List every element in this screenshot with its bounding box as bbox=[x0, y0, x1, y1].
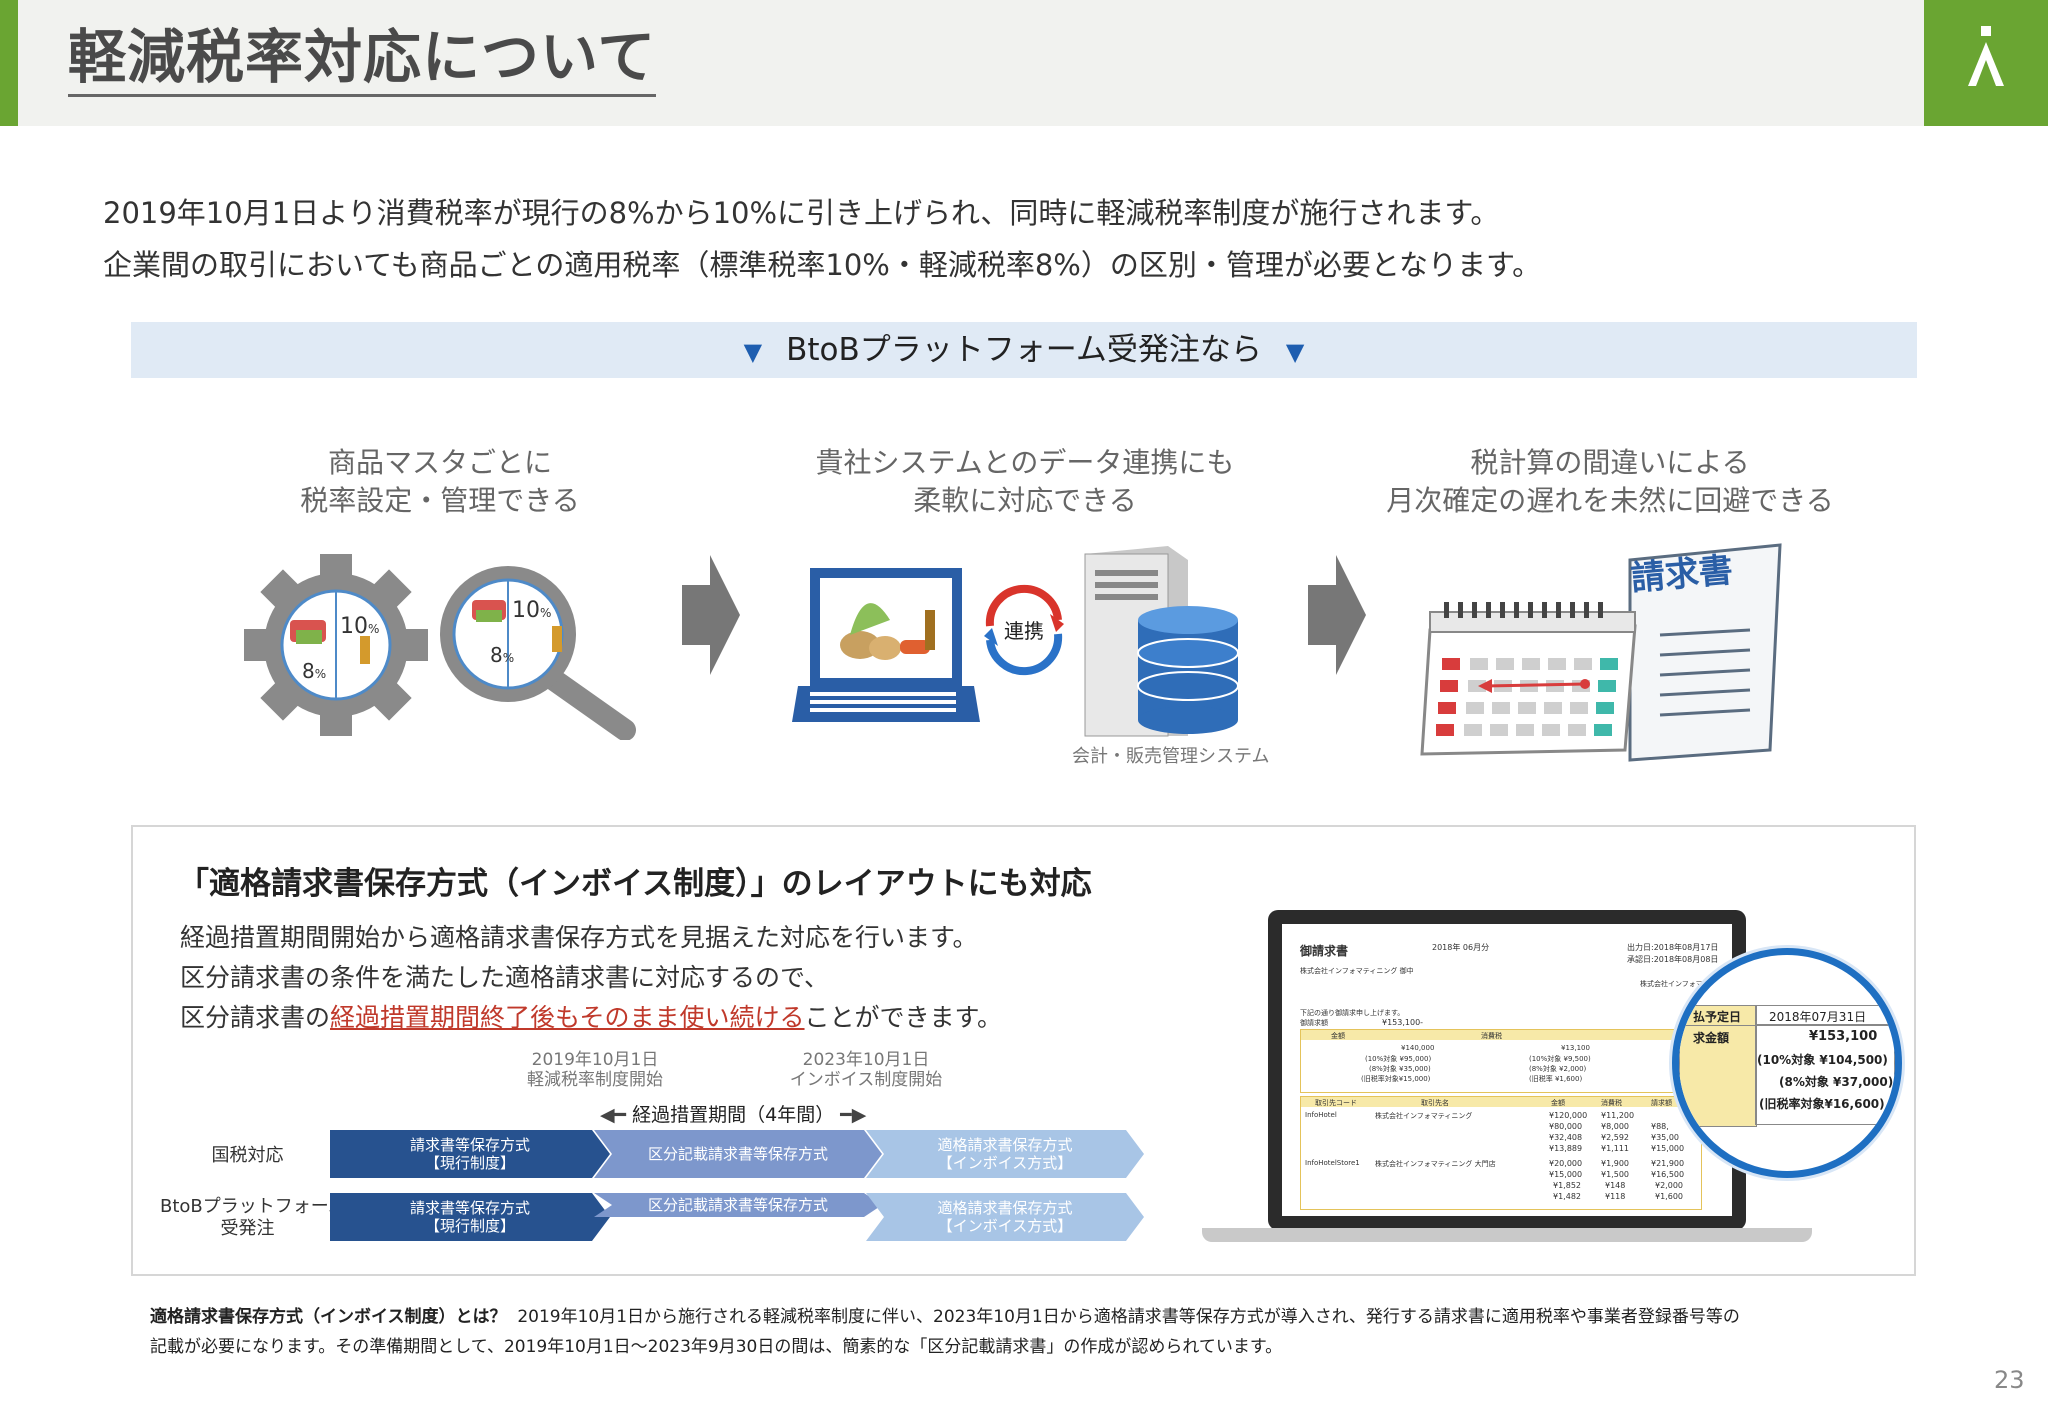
phase-current-system: 請求書等保存方式 【現行制度】 bbox=[330, 1193, 610, 1241]
row-label-national-tax: 国税対応 bbox=[211, 1145, 284, 1166]
banner-text: BtoBプラットフォーム受発注なら bbox=[786, 332, 1262, 368]
logo-icon bbox=[1968, 26, 2004, 86]
tax-rate-illustration: 10% 8% 10% 8% bbox=[244, 554, 636, 740]
database-icon bbox=[1137, 606, 1239, 734]
arrow-right-icon bbox=[1308, 555, 1366, 675]
calendar-icon bbox=[1420, 602, 1637, 756]
timeline-date-1: 2019年10月1日 軽減税率制度開始 bbox=[527, 1050, 663, 1090]
page-title: 軽減税率対応について bbox=[68, 22, 657, 97]
arrow-left-icon: ◀━ bbox=[600, 1104, 627, 1126]
phase-classified-invoice: 区分記載請求書等保存方式 bbox=[594, 1193, 882, 1217]
zoom-10-target: (10%対象 ¥104,500) bbox=[1757, 1053, 1888, 1067]
invoice-body-line-3: 区分請求書の経過措置期間終了後もそのまま使い続けることができます。 bbox=[180, 1003, 1003, 1032]
emphasis-text: 経過措置期間終了後もそのまま使い続ける bbox=[330, 1003, 805, 1032]
footnote-heading: 適格請求書保存方式（インボイス制度）とは？ bbox=[150, 1307, 507, 1327]
timeline-date-2: 2023年10月1日 インボイス制度開始 bbox=[789, 1050, 943, 1090]
row-label-btob-platform: BtoBプラットフォーム 受発注 bbox=[160, 1196, 347, 1239]
feature-caption-1: 商品マスタごとに 税率設定・管理できる bbox=[300, 446, 580, 517]
intro-line-1: 2019年10月1日より消費税率が現行の8%から10%に引き上げられ、同時に軽減… bbox=[103, 196, 1500, 230]
zoom-total: ¥153,100 bbox=[1809, 1029, 1878, 1044]
transition-period: ◀━ 経過措置期間（4年間） ━▶ bbox=[600, 1100, 866, 1127]
footnote-line-2: 記載が必要になります。その準備期間として、2019年10月1日～2023年9月3… bbox=[150, 1337, 1283, 1357]
gear-icon bbox=[244, 554, 428, 736]
phase-classified-invoice: 区分記載請求書等保存方式 bbox=[594, 1130, 882, 1178]
footnote-line-1: 適格請求書保存方式（インボイス制度）とは？ 2019年10月1日から施行される軽… bbox=[150, 1307, 1740, 1327]
invoice-summary-table: 金額 ¥140,000 (10%対象 ¥95,000) (8%対象 ¥35,00… bbox=[1300, 1029, 1702, 1093]
invoice-screenshot: 御請求書 2018年 06月分 出力日:2018年08月17日 承認日:2018… bbox=[1282, 924, 1732, 1216]
system-label: 会計・販売管理システム bbox=[1072, 746, 1270, 767]
intro-line-2: 企業間の取引においても商品ごとの適用税率（標準税率10%・軽減税率8%）の区別・… bbox=[103, 248, 1542, 282]
feature-caption-2: 貴社システムとのデータ連携にも 柔軟に対応できる bbox=[815, 446, 1235, 517]
zoom-8-target: (8%対象 ¥37,000) bbox=[1779, 1075, 1894, 1089]
page-number: 23 bbox=[1994, 1366, 2025, 1394]
invoice-section-title: 「適格請求書保存方式（インボイス制度）」のレイアウトにも対応 bbox=[178, 866, 1092, 902]
triangle-down-icon: ▼ bbox=[1285, 338, 1305, 366]
zoom-total-label: 求金額 bbox=[1693, 1031, 1730, 1045]
phase-qualified-invoice: 適格請求書保存方式 【インボイス方式】 bbox=[866, 1193, 1144, 1241]
invoice-detail-table: 取引先コード 取引先名 金額 消費税 請求額 InfoHotel 株式会社インフ… bbox=[1300, 1096, 1702, 1210]
zoom-due-date: 2018年07月31日 bbox=[1769, 1010, 1867, 1024]
banner: ▼ BtoBプラットフォーム受発注なら ▼ bbox=[131, 322, 1917, 378]
arrow-right-icon bbox=[682, 555, 740, 675]
calendar-invoice-illustration: 請求書 bbox=[1420, 543, 1782, 762]
phase-qualified-invoice: 適格請求書保存方式 【インボイス方式】 bbox=[866, 1130, 1144, 1178]
triangle-down-icon: ▼ bbox=[743, 338, 763, 366]
transition-period-label: 経過措置期間（4年間） bbox=[632, 1104, 835, 1126]
zoom-old-rate: (旧税率対象¥16,600) bbox=[1759, 1097, 1885, 1111]
arrow-right-icon: ━▶ bbox=[840, 1104, 867, 1126]
link-label: 連携 bbox=[1004, 619, 1044, 643]
laptop-icon bbox=[792, 568, 980, 722]
zoom-magnifier: 払予定日 2018年07月31日 求金額 ¥153,100 (10%対象 ¥10… bbox=[1672, 948, 1902, 1178]
badge-8: 8 bbox=[302, 659, 315, 683]
system-integration-illustration: 連携 bbox=[792, 546, 1239, 737]
laptop-base bbox=[1202, 1228, 1812, 1242]
invoice-body-line-1: 経過措置期間開始から適格請求書保存方式を見据えた対応を行います。 bbox=[180, 923, 978, 952]
phase-current-system: 請求書等保存方式 【現行制度】 bbox=[330, 1130, 610, 1178]
header-accent-bar bbox=[0, 0, 18, 126]
invoice-body-line-2: 区分請求書の条件を満たした適格請求書に対応するので、 bbox=[180, 963, 830, 992]
invoice-doc-title: 御請求書 bbox=[1300, 944, 1349, 958]
feature-caption-3: 税計算の間違いによる 月次確定の遅れを未然に回避できる bbox=[1386, 446, 1834, 517]
logo bbox=[1924, 0, 2048, 126]
magnifier-icon bbox=[440, 566, 636, 740]
badge-10: 10 bbox=[340, 614, 368, 639]
zoom-due-label: 払予定日 bbox=[1693, 1010, 1742, 1024]
